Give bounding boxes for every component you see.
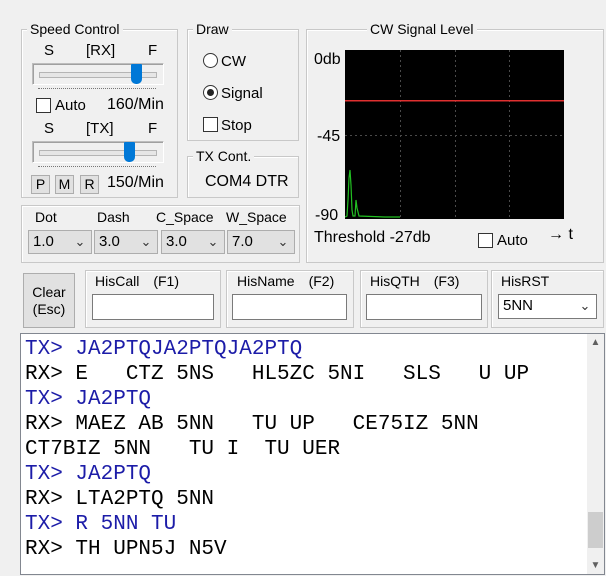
rx-speed-slider[interactable] [32,63,164,85]
hiscall-input[interactable] [92,294,214,320]
tx-slider-ticks [38,164,156,167]
rx-log-line: RX> TH UPN5J N5V [25,538,227,561]
m-button[interactable]: M [55,175,74,194]
dot-select[interactable]: 1.0 ⌄ [28,230,92,254]
scroll-up-icon[interactable]: ▲ [587,337,604,348]
scope-background [345,50,564,219]
dash-value: 3.0 [99,233,120,250]
dot-label: Dot [35,209,57,225]
qso-log[interactable]: ▲ ▼ TX> JA2PTQJA2PTQJA2PTQ RX> E CTZ 5NS … [20,333,605,575]
rx-log-line: RX> LTA2PTQ 5NN [25,488,215,511]
clear-button[interactable]: Clear (Esc) [23,273,75,328]
tx-slider-groove [39,150,157,156]
stop-checkbox[interactable] [203,117,218,132]
c-space-value: 3.0 [166,233,187,250]
tx-slider-label: [TX] [86,120,114,137]
tx-slow-label: S [44,120,55,137]
hisname-label: HisName (F2) [237,273,335,289]
scroll-thumb[interactable] [588,512,603,548]
time-axis-label: → t [548,226,573,243]
p-button[interactable]: P [31,175,50,194]
hisqth-label: HisQTH (F3) [370,273,460,289]
hisrst-select[interactable]: 5NN ⌄ [498,294,597,319]
rx-log-line: CT7BIZ 5NN TU I TU UER [25,438,341,461]
w-space-select[interactable]: 7.0 ⌄ [227,230,295,254]
dash-select[interactable]: 3.0 ⌄ [94,230,158,254]
tx-fast-label: F [148,120,158,137]
rx-slider-thumb[interactable] [131,64,142,84]
signal-level-title: CW Signal Level [367,21,477,37]
log-scrollbar[interactable]: ▲ ▼ [587,334,604,574]
threshold-label: Threshold -27db [314,229,431,246]
c-space-select[interactable]: 3.0 ⌄ [161,230,225,254]
rx-speed-value: 160/Min [107,96,164,113]
rx-auto-checkbox[interactable] [36,98,51,113]
hisname-input[interactable] [232,294,347,320]
rx-log-line: RX> MAEZ AB 5NN TU UP CE75IZ 5NN [25,413,479,436]
chevron-down-icon: ⌄ [140,234,152,249]
tx-log-line: TX> JA2PTQJA2PTQJA2PTQ [25,338,303,361]
tx-cont-value: COM4 DTR [205,173,289,190]
draw-title: Draw [193,21,232,37]
rx-slider-label: [RX] [86,42,116,59]
draw-signal-label: Signal [221,85,263,102]
tx-log-line: TX> JA2PTQ [25,388,152,411]
chevron-down-icon: ⌄ [74,234,86,249]
c-space-label: C_Space [156,209,214,225]
draw-cw-label: CW [221,53,246,70]
signal-auto-checkbox[interactable] [478,233,493,248]
tx-log-line: TX> JA2PTQ [25,463,152,486]
chevron-down-icon: ⌄ [579,298,591,313]
r-button[interactable]: R [80,175,99,194]
hisqth-input[interactable] [366,294,482,320]
w-space-label: W_Space [226,209,287,225]
scroll-down-icon[interactable]: ▼ [587,560,604,571]
w-space-value: 7.0 [232,233,253,250]
clear-label: Clear [32,284,66,300]
rx-log-line: RX> E CTZ 5NS HL5ZC 5NI SLS U UP [25,363,530,386]
tx-log-line: TX> R 5NN TU [25,513,177,536]
rx-slow-label: S [44,42,55,59]
tx-cont-title: TX Cont. [193,148,255,164]
hiscall-label: HisCall (F1) [95,273,179,289]
rx-slider-ticks [38,86,156,89]
clear-shortcut-label: (Esc) [32,301,66,317]
dot-value: 1.0 [33,233,54,250]
chevron-down-icon: ⌄ [207,234,219,249]
y-label-0db: 0db [314,51,341,68]
speed-control-title: Speed Control [27,21,123,37]
signal-auto-label: Auto [497,232,528,249]
draw-signal-radio[interactable] [203,85,218,100]
y-label-90: -90 [315,207,339,224]
tx-speed-value: 150/Min [107,174,164,191]
tx-speed-slider[interactable] [32,141,164,163]
hisrst-label: HisRST [501,273,550,289]
stop-label: Stop [221,117,252,134]
y-label-45: -45 [317,128,341,145]
chevron-down-icon: ⌄ [277,234,289,249]
rx-fast-label: F [148,42,158,59]
rx-auto-label: Auto [55,97,86,114]
dash-label: Dash [97,209,130,225]
hisrst-value: 5NN [503,297,534,314]
signal-scope [345,50,564,219]
draw-cw-radio[interactable] [203,53,218,68]
tx-slider-thumb[interactable] [124,142,135,162]
